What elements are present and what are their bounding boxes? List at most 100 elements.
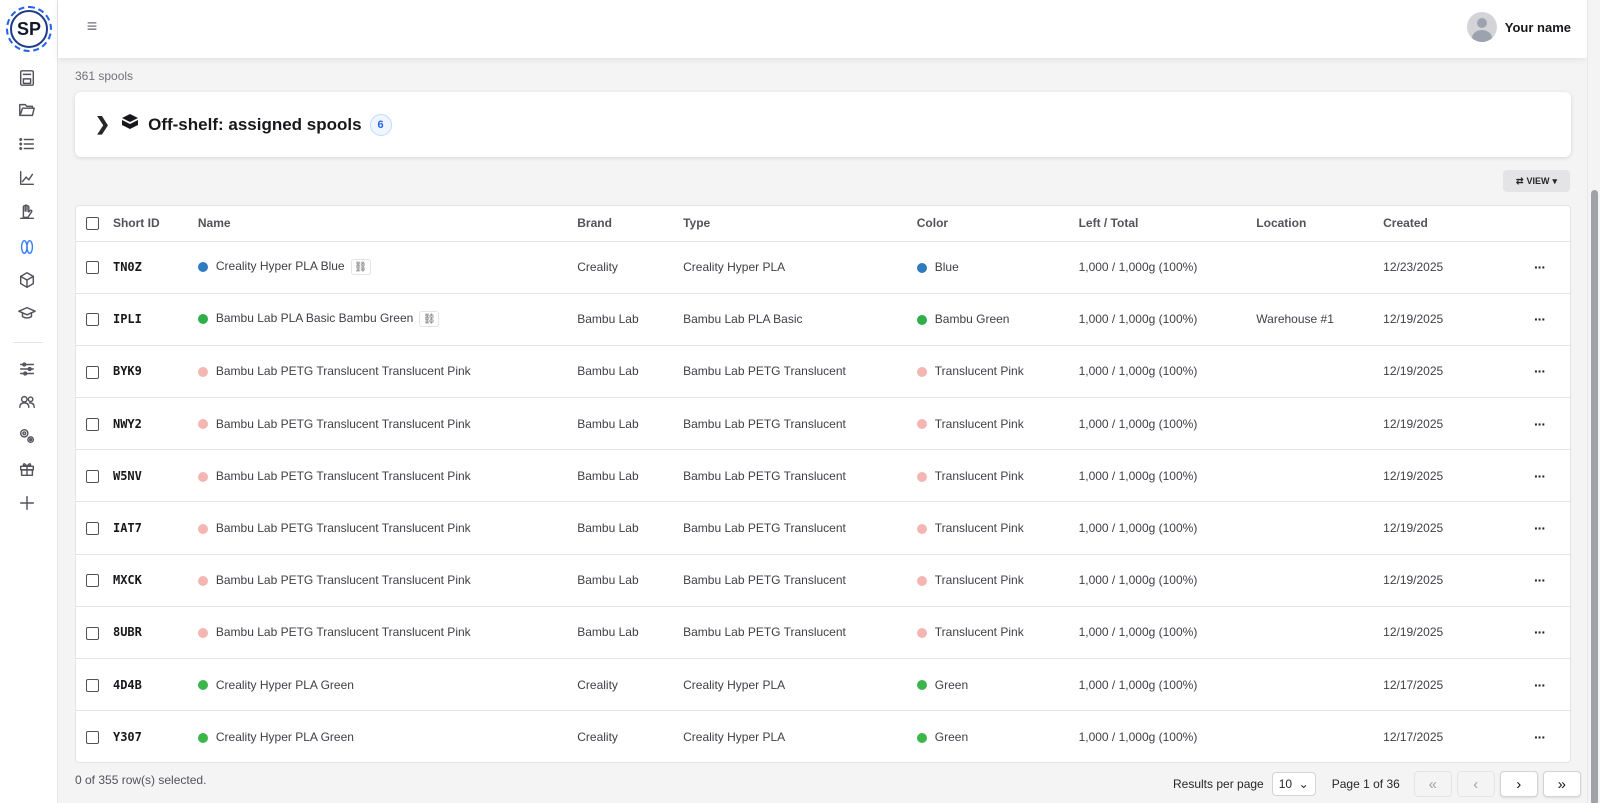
column-header[interactable]: Name [198,206,577,241]
row-actions-icon[interactable]: ··· [1509,659,1570,711]
table-row[interactable]: TN0Z Creality Hyper PLA Blue ⛓ Creality Crea… [76,241,1570,293]
offshelf-panel[interactable]: ❯ Off-shelf: assigned spools 6 [75,92,1571,157]
first-page-button[interactable]: « [1413,771,1452,797]
spool-name[interactable]: Bambu Lab PETG Translucent Translucent P… [216,469,471,483]
column-header[interactable]: Color [917,206,1079,241]
short-id[interactable]: BYK9 [113,364,142,378]
page-scrollbar[interactable] [1587,0,1600,803]
sidebar-divider [13,342,43,343]
column-header[interactable]: Type [683,206,917,241]
plus-icon[interactable] [17,493,37,513]
users-icon[interactable] [17,392,37,412]
row-actions-icon[interactable]: ··· [1509,398,1570,450]
link-icon[interactable]: ⛓ [350,259,371,276]
gift-icon[interactable] [17,459,37,479]
short-id[interactable]: IAT7 [113,521,142,535]
graduation-cap-icon[interactable] [17,303,37,323]
row-actions-icon[interactable]: ··· [1509,293,1570,345]
top-header: ≡ Your name [58,0,1587,58]
row-checkbox[interactable] [86,626,99,640]
spool-icon[interactable] [17,237,37,257]
chevron-right-icon[interactable]: ❯ [95,114,110,135]
spool-name[interactable]: Bambu Lab PETG Translucent Translucent P… [216,573,471,587]
printer-icon[interactable] [17,68,37,88]
color-swatch [197,523,208,534]
short-id[interactable]: IPLI [113,312,142,326]
row-checkbox[interactable] [86,574,99,588]
view-options-button[interactable]: ⇄ VIEW ▾ [1503,170,1570,192]
hamburger-menu-icon[interactable]: ≡ [83,17,101,35]
column-header[interactable]: Location [1256,206,1383,241]
spool-name[interactable]: Creality Hyper PLA Green [216,678,354,692]
row-actions-icon[interactable]: ··· [1509,554,1570,606]
select-all-checkbox[interactable] [86,217,99,231]
table-row[interactable]: MXCK Bambu Lab PETG Translucent Transluce… [76,554,1570,606]
column-header[interactable]: Left / Total [1079,206,1257,241]
sliders-icon[interactable] [17,359,37,379]
chart-icon[interactable] [17,168,37,188]
spool-name[interactable]: Creality Hyper PLA Blue [216,259,345,273]
table-row[interactable]: Y307 Creality Hyper PLA Green Creality Crea… [76,710,1570,762]
short-id[interactable]: NWY2 [113,417,142,431]
avatar[interactable] [1466,12,1497,42]
type-cell: Bambu Lab PETG Translucent [683,521,846,536]
spool-name[interactable]: Creality Hyper PLA Green [216,730,354,744]
next-page-button[interactable]: › [1499,771,1538,797]
color-swatch [197,471,208,482]
user-menu[interactable]: Your name [1466,12,1571,42]
row-checkbox[interactable] [86,313,99,327]
row-actions-icon[interactable]: ··· [1509,345,1570,397]
color-swatch [197,680,208,691]
table-row[interactable]: 4D4B Creality Hyper PLA Green Creality Crea… [76,658,1570,711]
table-row[interactable]: NWY2 Bambu Lab PETG Translucent Transluce… [76,397,1570,450]
row-checkbox[interactable] [86,261,99,275]
hand-icon[interactable] [17,202,37,222]
row-actions-icon[interactable]: ··· [1509,450,1570,502]
table-header-row: Short ID Name Brand Type Color Left / To… [76,206,1570,241]
column-header[interactable]: Short ID [113,206,198,241]
type-cell: Creality Hyper PLA [683,677,786,692]
short-id[interactable]: 8UBR [113,625,142,639]
list-icon[interactable] [17,134,37,154]
spool-name[interactable]: Bambu Lab PETG Translucent Translucent P… [216,625,471,639]
short-id[interactable]: MXCK [113,573,142,587]
link-icon[interactable]: ⛓ [419,311,440,328]
row-actions-icon[interactable]: ··· [1509,711,1570,762]
table-row[interactable]: 8UBR Bambu Lab PETG Translucent Transluce… [76,606,1570,658]
left-total-cell: 1,000 / 1,000g (100%) [1078,312,1198,327]
spool-name[interactable]: Bambu Lab PETG Translucent Translucent P… [216,364,471,378]
table-row[interactable]: BYK9 Bambu Lab PETG Translucent Transluce… [76,345,1570,397]
spool-name[interactable]: Bambu Lab PETG Translucent Translucent P… [216,417,471,431]
color-swatch [197,732,208,743]
row-actions-icon[interactable]: ··· [1509,241,1570,293]
row-checkbox[interactable] [86,522,99,536]
last-page-button[interactable]: » [1542,771,1581,797]
row-checkbox[interactable] [86,417,99,431]
previous-page-button[interactable]: ‹ [1456,771,1495,797]
swap-icon: ⇄ [1515,175,1524,186]
row-checkbox[interactable] [86,365,99,379]
settings-icon[interactable] [17,426,37,446]
results-per-page-select[interactable]: 10 ⌄ [1271,772,1316,796]
short-id[interactable]: 4D4B [113,678,142,692]
column-header[interactable]: Brand [577,206,683,241]
short-id[interactable]: Y307 [113,730,142,744]
row-checkbox[interactable] [86,731,99,745]
table-row[interactable]: W5NV Bambu Lab PETG Translucent Transluce… [76,449,1570,502]
row-checkbox[interactable] [86,678,99,692]
short-id[interactable]: TN0Z [113,260,142,274]
spool-name[interactable]: Bambu Lab PLA Basic Bambu Green [216,311,413,325]
row-checkbox[interactable] [86,470,99,483]
brand-cell: Bambu Lab [577,625,639,640]
scrollbar-thumb[interactable] [1591,190,1598,803]
app-logo[interactable]: SP [6,6,52,52]
column-header[interactable]: Created [1383,206,1509,241]
table-row[interactable]: IAT7 Bambu Lab PETG Translucent Transluce… [76,501,1570,554]
spool-name[interactable]: Bambu Lab PETG Translucent Translucent P… [216,521,471,535]
folder-icon[interactable] [17,100,37,120]
row-actions-icon[interactable]: ··· [1509,502,1570,554]
box-icon[interactable] [17,270,37,290]
short-id[interactable]: W5NV [113,469,142,483]
table-row[interactable]: IPLI Bambu Lab PLA Basic Bambu Green ⛓ Bamb… [76,293,1570,345]
row-actions-icon[interactable]: ··· [1509,606,1570,658]
